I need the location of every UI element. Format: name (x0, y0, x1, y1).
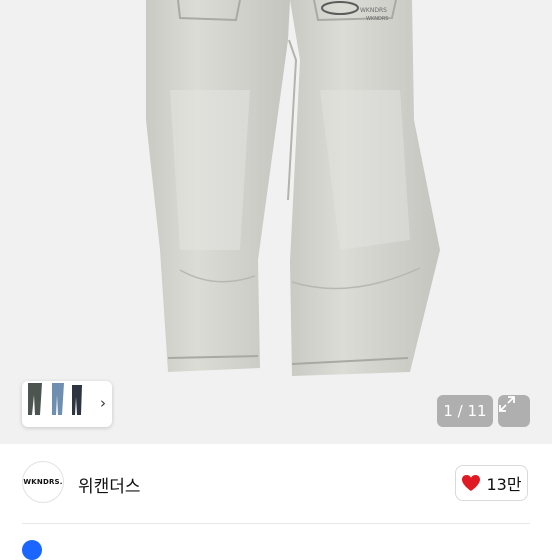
thumbnail-jeans-icon (28, 383, 82, 415)
info-icon (22, 540, 42, 560)
chevron-right-icon: › (100, 394, 106, 412)
like-count: 13만 (486, 475, 522, 494)
shop-row[interactable]: WKNDRS. 위캔더스 13만 (0, 444, 552, 524)
heart-icon (462, 475, 481, 491)
expand-button[interactable] (498, 395, 530, 427)
like-button[interactable]: 13만 (455, 465, 528, 501)
image-counter: 1 / 11 (437, 395, 493, 427)
shop-logo[interactable]: WKNDRS. (22, 461, 64, 503)
jeans-photo: WKNDRS WKNDRS (146, 0, 440, 376)
shop-name[interactable]: 위캔더스 (78, 472, 141, 497)
product-image[interactable]: WKNDRS WKNDRS › 1 / 11 (0, 0, 552, 444)
svg-text:WKNDRS: WKNDRS (360, 7, 387, 14)
thumbnail-strip[interactable]: › (22, 381, 112, 427)
divider (22, 523, 530, 524)
expand-icon (499, 396, 515, 412)
svg-text:WKNDRS: WKNDRS (366, 16, 388, 22)
info-row (22, 540, 530, 560)
